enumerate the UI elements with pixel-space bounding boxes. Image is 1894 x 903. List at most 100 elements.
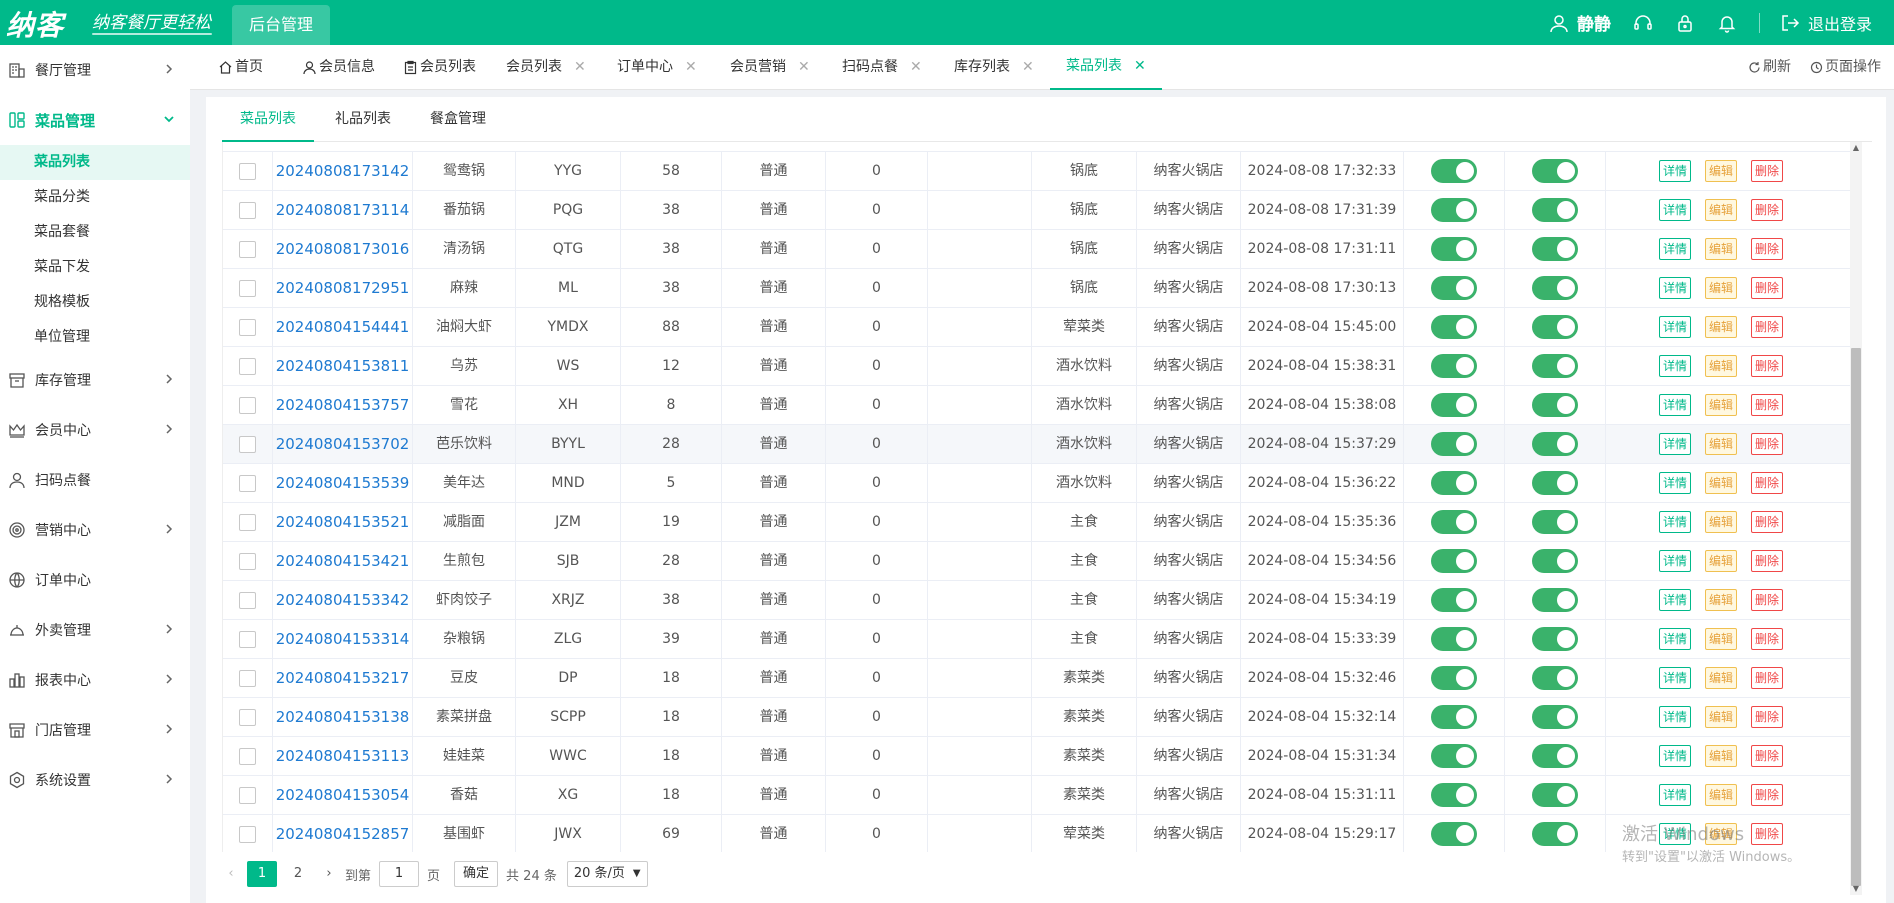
subtab-gift-list[interactable]: 礼品列表 bbox=[317, 97, 409, 142]
tab-scan-order[interactable]: 扫码点餐 ✕ bbox=[842, 45, 922, 90]
edit-button[interactable]: 编辑 bbox=[1705, 511, 1738, 533]
status-toggle[interactable] bbox=[1431, 315, 1477, 339]
delete-button[interactable]: 删除 bbox=[1751, 745, 1784, 767]
status-toggle[interactable] bbox=[1431, 471, 1477, 495]
row-checkbox[interactable] bbox=[239, 591, 256, 609]
cell-code[interactable]: 20240808173016 bbox=[273, 230, 413, 269]
sidebar-subitem-spec-template[interactable]: 规格模板 bbox=[0, 285, 190, 320]
cell-code[interactable]: 20240804153421 bbox=[273, 542, 413, 581]
scroll-down-arrow-icon[interactable]: ▼ bbox=[1851, 883, 1861, 895]
detail-button[interactable]: 详情 bbox=[1659, 589, 1692, 611]
close-icon[interactable]: ✕ bbox=[685, 45, 697, 90]
detail-button[interactable]: 详情 bbox=[1659, 550, 1692, 572]
status-toggle[interactable] bbox=[1431, 666, 1477, 690]
detail-button[interactable]: 详情 bbox=[1659, 238, 1692, 260]
tab-home[interactable]: 首页 bbox=[218, 45, 263, 90]
delete-button[interactable]: 删除 bbox=[1751, 433, 1784, 455]
sale-toggle[interactable] bbox=[1532, 666, 1578, 690]
sale-toggle[interactable] bbox=[1532, 783, 1578, 807]
sidebar-item-scan-order[interactable]: 扫码点餐 bbox=[0, 455, 190, 505]
prev-page-icon[interactable]: ‹ bbox=[221, 861, 241, 887]
status-toggle[interactable] bbox=[1431, 276, 1477, 300]
sale-toggle[interactable] bbox=[1532, 627, 1578, 651]
edit-button[interactable]: 编辑 bbox=[1705, 667, 1738, 689]
edit-button[interactable]: 编辑 bbox=[1705, 433, 1738, 455]
page-size-select[interactable]: 20 条/页 ▼ bbox=[566, 861, 648, 887]
sale-toggle[interactable] bbox=[1532, 237, 1578, 261]
edit-button[interactable]: 编辑 bbox=[1705, 589, 1738, 611]
headset-button[interactable] bbox=[1633, 13, 1653, 33]
delete-button[interactable]: 删除 bbox=[1751, 823, 1784, 845]
cell-code[interactable]: 20240804153702 bbox=[273, 425, 413, 464]
sale-toggle[interactable] bbox=[1532, 588, 1578, 612]
tab-dish-list[interactable]: 菜品列表 ✕ bbox=[1050, 45, 1162, 90]
sidebar-subitem-dish-category[interactable]: 菜品分类 bbox=[0, 180, 190, 215]
row-checkbox[interactable] bbox=[239, 201, 256, 219]
status-toggle[interactable] bbox=[1431, 198, 1477, 222]
delete-button[interactable]: 删除 bbox=[1751, 550, 1784, 572]
logout-button[interactable]: 退出登录 bbox=[1780, 11, 1872, 35]
sale-toggle[interactable] bbox=[1532, 198, 1578, 222]
edit-button[interactable]: 编辑 bbox=[1705, 355, 1738, 377]
row-checkbox[interactable] bbox=[239, 825, 256, 843]
detail-button[interactable]: 详情 bbox=[1659, 472, 1692, 494]
delete-button[interactable]: 删除 bbox=[1751, 238, 1784, 260]
sidebar-item-reports[interactable]: 报表中心 bbox=[0, 655, 190, 705]
page-number-2[interactable]: 2 bbox=[283, 861, 313, 887]
row-checkbox[interactable] bbox=[239, 396, 256, 414]
sidebar-subitem-dish-dispatch[interactable]: 菜品下发 bbox=[0, 250, 190, 285]
cell-code[interactable]: 20240808172951 bbox=[273, 269, 413, 308]
detail-button[interactable]: 详情 bbox=[1659, 394, 1692, 416]
tab-member-list-1[interactable]: 会员列表 bbox=[403, 45, 476, 90]
status-toggle[interactable] bbox=[1431, 705, 1477, 729]
user-menu[interactable]: 静静 bbox=[1549, 10, 1611, 35]
status-toggle[interactable] bbox=[1431, 627, 1477, 651]
edit-button[interactable]: 编辑 bbox=[1705, 277, 1738, 299]
status-toggle[interactable] bbox=[1431, 744, 1477, 768]
detail-button[interactable]: 详情 bbox=[1659, 433, 1692, 455]
edit-button[interactable]: 编辑 bbox=[1705, 238, 1738, 260]
sale-toggle[interactable] bbox=[1532, 354, 1578, 378]
edit-button[interactable]: 编辑 bbox=[1705, 628, 1738, 650]
edit-button[interactable]: 编辑 bbox=[1705, 550, 1738, 572]
detail-button[interactable]: 详情 bbox=[1659, 316, 1692, 338]
sidebar-subitem-unit-management[interactable]: 单位管理 bbox=[0, 320, 190, 355]
delete-button[interactable]: 删除 bbox=[1751, 316, 1784, 338]
sale-toggle[interactable] bbox=[1532, 705, 1578, 729]
scroll-up-arrow-icon[interactable]: ▲ bbox=[1851, 142, 1861, 154]
status-toggle[interactable] bbox=[1431, 432, 1477, 456]
lock-button[interactable] bbox=[1675, 13, 1695, 33]
delete-button[interactable]: 删除 bbox=[1751, 355, 1784, 377]
close-icon[interactable]: ✕ bbox=[1022, 45, 1034, 90]
edit-button[interactable]: 编辑 bbox=[1705, 199, 1738, 221]
sidebar-item-orders[interactable]: 订单中心 bbox=[0, 555, 190, 605]
sale-toggle[interactable] bbox=[1532, 471, 1578, 495]
sidebar-item-delivery[interactable]: 外卖管理 bbox=[0, 605, 190, 655]
delete-button[interactable]: 删除 bbox=[1751, 277, 1784, 299]
row-checkbox[interactable] bbox=[239, 240, 256, 258]
page-number-1[interactable]: 1 bbox=[247, 861, 277, 887]
sale-toggle[interactable] bbox=[1532, 276, 1578, 300]
row-checkbox[interactable] bbox=[239, 162, 256, 180]
page-ops-button[interactable]: 页面操作 bbox=[1810, 45, 1881, 90]
refresh-button[interactable]: 刷新 bbox=[1748, 45, 1791, 90]
sale-toggle[interactable] bbox=[1532, 159, 1578, 183]
sidebar-subitem-dish-set[interactable]: 菜品套餐 bbox=[0, 215, 190, 250]
edit-button[interactable]: 编辑 bbox=[1705, 784, 1738, 806]
detail-button[interactable]: 详情 bbox=[1659, 667, 1692, 689]
cell-code[interactable]: 20240804153217 bbox=[273, 659, 413, 698]
status-toggle[interactable] bbox=[1431, 159, 1477, 183]
cell-code[interactable]: 20240804153054 bbox=[273, 776, 413, 815]
delete-button[interactable]: 删除 bbox=[1751, 511, 1784, 533]
subtab-dish-list[interactable]: 菜品列表 bbox=[222, 97, 314, 142]
status-toggle[interactable] bbox=[1431, 549, 1477, 573]
delete-button[interactable]: 删除 bbox=[1751, 589, 1784, 611]
delete-button[interactable]: 删除 bbox=[1751, 472, 1784, 494]
scrollbar-thumb[interactable] bbox=[1851, 348, 1861, 886]
row-checkbox[interactable] bbox=[239, 279, 256, 297]
detail-button[interactable]: 详情 bbox=[1659, 628, 1692, 650]
cell-code[interactable]: 20240804154441 bbox=[273, 308, 413, 347]
status-toggle[interactable] bbox=[1431, 822, 1477, 846]
row-checkbox[interactable] bbox=[239, 747, 256, 765]
delete-button[interactable]: 删除 bbox=[1751, 706, 1784, 728]
